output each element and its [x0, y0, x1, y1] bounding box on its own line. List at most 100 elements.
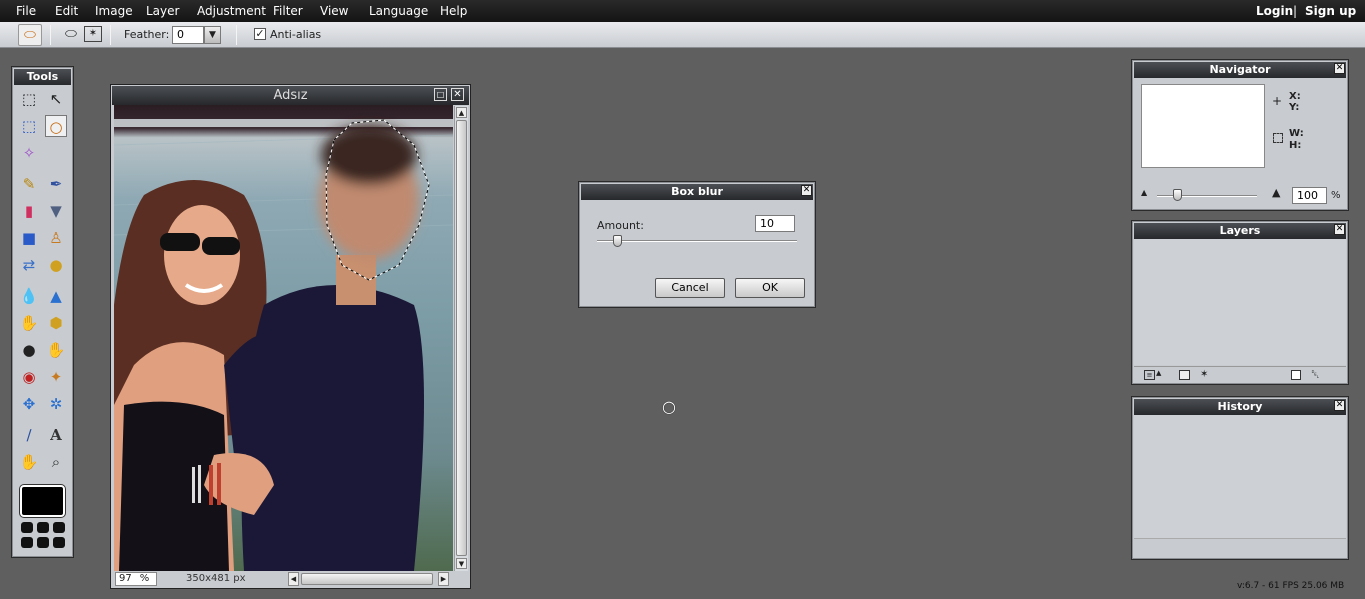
history-close-icon[interactable]: ✕ — [1334, 400, 1345, 411]
new-layer-icon[interactable] — [1291, 370, 1301, 380]
menu-image[interactable]: Image — [95, 4, 133, 18]
menu-adjustment[interactable]: Adjustment — [197, 4, 266, 18]
brush-icon[interactable]: ✒ — [45, 173, 67, 195]
layer-style-icon[interactable]: ✶ — [1200, 369, 1208, 380]
layer-mask-icon[interactable] — [1179, 370, 1190, 380]
marquee-tool-icon[interactable]: ⬚ — [18, 115, 40, 137]
navigator-zoom-unit: % — [1331, 190, 1341, 201]
smudge-icon[interactable]: ✋ — [18, 312, 40, 334]
layer-settings-icon[interactable]: ≡ — [1144, 370, 1155, 380]
shape-icon[interactable]: ● — [45, 254, 67, 276]
color-option-3[interactable] — [53, 522, 65, 533]
lasso-cursor-icon: ○ — [662, 397, 676, 416]
x-label: X: — [1289, 91, 1301, 102]
bloat-icon[interactable]: ✥ — [18, 393, 40, 415]
feather-label: Feather: — [124, 28, 169, 41]
color-option-5[interactable] — [37, 537, 49, 548]
vertical-scrollbar[interactable]: ▲ ▼ — [454, 106, 468, 571]
color-replace-icon[interactable]: ⇄ — [18, 254, 40, 276]
polygon-lasso-icon[interactable]: ✶ — [84, 26, 102, 42]
scroll-left-icon[interactable]: ◀ — [288, 572, 299, 586]
close-icon[interactable]: ✕ — [451, 88, 464, 101]
pinch-icon[interactable]: ✲ — [45, 393, 67, 415]
move-tool-icon[interactable]: ↖ — [45, 88, 67, 110]
color-option-6[interactable] — [53, 537, 65, 548]
navigator-zoom-track[interactable] — [1157, 195, 1257, 197]
menu-file[interactable]: File — [16, 4, 36, 18]
color-option-1[interactable] — [21, 522, 33, 533]
menu-layer[interactable]: Layer — [146, 4, 179, 18]
history-list[interactable] — [1134, 415, 1346, 539]
spot-heal-icon[interactable]: ✦ — [45, 366, 67, 388]
feather-dropdown-icon[interactable]: ▼ — [204, 26, 221, 44]
login-link[interactable]: Login — [1256, 4, 1293, 18]
amount-slider-track[interactable] — [597, 240, 797, 242]
zoom-out-icon[interactable]: ▲ — [1141, 188, 1147, 197]
navigator-preview[interactable] — [1141, 84, 1265, 168]
vertical-scroll-thumb[interactable] — [456, 120, 467, 556]
maximize-icon[interactable]: □ — [434, 88, 447, 101]
pencil-icon[interactable]: ✎ — [18, 173, 40, 195]
dialog-close-icon[interactable]: ✕ — [801, 185, 812, 196]
sharpen-icon[interactable]: ▲ — [45, 285, 67, 307]
signup-link[interactable]: Sign up — [1305, 4, 1356, 18]
blur-drop-icon[interactable]: 💧 — [18, 285, 40, 307]
layers-list[interactable] — [1134, 239, 1346, 365]
history-panel: History ✕ — [1131, 396, 1349, 560]
image-canvas[interactable] — [114, 105, 453, 571]
zoom-input[interactable]: 97% — [115, 572, 157, 586]
dodge-icon[interactable]: ● — [18, 339, 40, 361]
feather-input[interactable]: 0 — [172, 26, 204, 44]
red-eye-icon[interactable]: ◉ — [18, 366, 40, 388]
lasso-preset-icon[interactable]: ⬭ — [18, 24, 42, 46]
scroll-down-icon[interactable]: ▼ — [456, 558, 467, 569]
layers-toolbar: ≡ ▲ ✶ ␡ — [1134, 366, 1346, 383]
document-statusbar: 97% 350x481 px ◀ ▶ — [114, 572, 468, 586]
ok-button[interactable]: OK — [735, 278, 805, 298]
magic-wand-icon[interactable]: ✧ — [18, 142, 40, 164]
menu-bar: File Edit Image Layer Adjustment Filter … — [0, 0, 1365, 22]
photo-illustration — [114, 105, 453, 571]
scroll-right-icon[interactable]: ▶ — [438, 572, 449, 586]
lasso-tool-icon[interactable]: ○ — [45, 115, 67, 137]
cancel-button[interactable]: Cancel — [655, 278, 725, 298]
menu-separator: | — [1293, 4, 1297, 18]
foreground-color-swatch[interactable] — [20, 485, 65, 517]
gradient-icon[interactable]: ■ — [18, 227, 40, 249]
paint-bucket-icon[interactable]: ▼ — [45, 200, 67, 222]
amount-input[interactable]: 10 — [755, 215, 795, 232]
menu-help[interactable]: Help — [440, 4, 467, 18]
color-option-2[interactable] — [37, 522, 49, 533]
menu-language[interactable]: Language — [369, 4, 428, 18]
menu-view[interactable]: View — [320, 4, 348, 18]
layer-menu-icon[interactable]: ▲ — [1156, 369, 1161, 377]
delete-layer-icon[interactable]: ␡ — [1311, 368, 1320, 382]
amount-slider-thumb[interactable] — [613, 235, 622, 247]
navigator-close-icon[interactable]: ✕ — [1334, 63, 1345, 74]
burn-icon[interactable]: ✋ — [45, 339, 67, 361]
layers-close-icon[interactable]: ✕ — [1334, 224, 1345, 235]
antialias-checkbox[interactable]: ✓ — [254, 28, 266, 40]
clone-stamp-icon[interactable]: ♙ — [45, 227, 67, 249]
hand-tool-icon[interactable]: ✋ — [18, 451, 40, 473]
type-tool-icon[interactable]: A — [45, 424, 67, 446]
scroll-up-icon[interactable]: ▲ — [456, 107, 467, 118]
eraser-icon[interactable]: ▮ — [18, 200, 40, 222]
zoom-in-icon[interactable]: ▲ — [1272, 186, 1280, 199]
status-text: v:6.7 - 61 FPS 25.06 MB — [1237, 581, 1344, 591]
image-size-label: 350x481 px — [186, 573, 246, 584]
menu-edit[interactable]: Edit — [55, 4, 78, 18]
menu-filter[interactable]: Filter — [273, 4, 303, 18]
crop-tool-icon[interactable]: ⬚ — [18, 88, 40, 110]
position-icon: + — [1272, 94, 1282, 108]
document-window: Adsız □ ✕ — [110, 84, 471, 589]
w-label: W: — [1289, 128, 1304, 139]
zoom-tool-icon[interactable]: ⌕ — [45, 451, 67, 473]
sponge-icon[interactable]: ⬢ — [45, 312, 67, 334]
navigator-zoom-input[interactable]: 100 — [1292, 187, 1327, 204]
color-picker-icon[interactable]: ∕ — [18, 424, 40, 446]
navigator-zoom-thumb[interactable] — [1173, 189, 1182, 201]
freehand-lasso-icon[interactable]: ⬭ — [62, 25, 80, 43]
color-option-4[interactable] — [21, 537, 33, 548]
horizontal-scroll-thumb[interactable] — [301, 573, 433, 585]
